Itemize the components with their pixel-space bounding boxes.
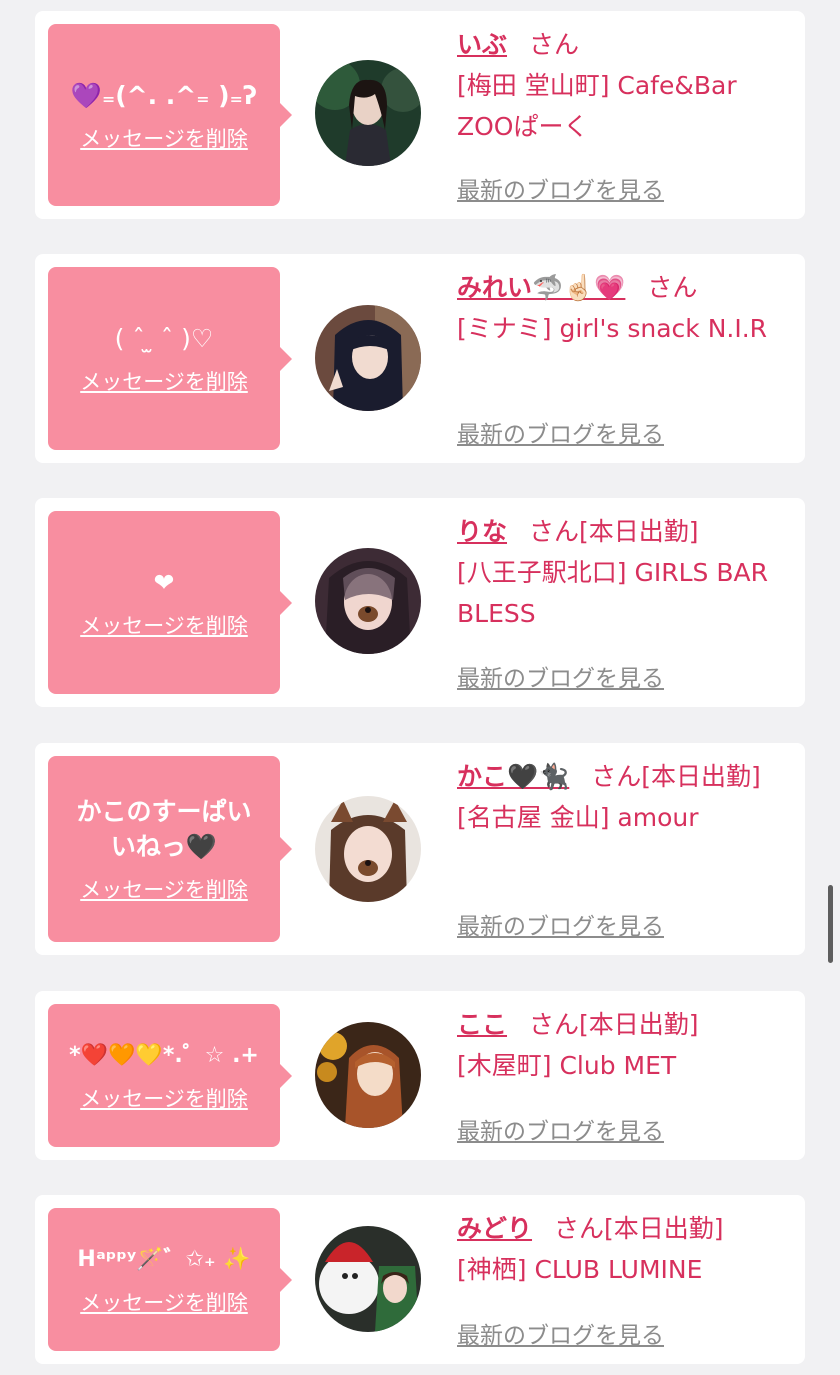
delete-message-link[interactable]: メッセージを削除 bbox=[80, 610, 248, 640]
cast-info: りな さん[本日出勤] [八王子駅北口] GIRLS BAR BLESS bbox=[457, 511, 787, 634]
cast-honorific: さん bbox=[647, 273, 698, 302]
view-blog-link[interactable]: 最新のブログを見る bbox=[457, 171, 664, 205]
shop-name: [神栖] CLUB LUMINE bbox=[457, 1255, 703, 1284]
cast-info: みどり さん[本日出勤] [神栖] CLUB LUMINE bbox=[457, 1208, 787, 1290]
view-blog-link[interactable]: 最新のブログを見る bbox=[457, 415, 664, 449]
avatar[interactable] bbox=[315, 60, 421, 166]
cast-name-link[interactable]: ここ bbox=[457, 1010, 507, 1039]
message-card: ❤ メッセージを削除 りな さん[本日出勤] [八王子駅北口] GIRLS BAR… bbox=[35, 498, 805, 707]
avatar[interactable] bbox=[315, 796, 421, 902]
avatar[interactable] bbox=[315, 548, 421, 654]
cast-info: みれい🦈☝🏻💗 さん [ミナミ] girl's snack N.I.R bbox=[457, 267, 787, 349]
avatar[interactable] bbox=[315, 305, 421, 411]
profile-photo bbox=[315, 1022, 421, 1128]
message-card: *❤️🧡💛*.゜☆ .+ メッセージを削除 ここ さん[本日出勤] [木屋町] C… bbox=[35, 991, 805, 1160]
message-bubble: ❤ メッセージを削除 bbox=[48, 511, 292, 694]
cast-name-link[interactable]: みれい🦈☝🏻💗 bbox=[457, 273, 625, 302]
avatar[interactable] bbox=[315, 1226, 421, 1332]
message-card: Hᵃᵖᵖʸ🪄゛✩₊ ✨ メッセージを削除 みどり さん[本日出勤] [神栖] CL… bbox=[35, 1195, 805, 1364]
cast-honorific: さん[本日出勤] bbox=[554, 1214, 724, 1243]
delete-message-link[interactable]: メッセージを削除 bbox=[80, 1287, 248, 1317]
cast-name-link[interactable]: いぶ bbox=[457, 30, 507, 59]
delete-message-link[interactable]: メッセージを削除 bbox=[80, 123, 248, 153]
shop-name: [名古屋 金山] amour bbox=[457, 803, 699, 832]
cast-honorific: さん[本日出勤] bbox=[591, 762, 761, 791]
profile-photo bbox=[315, 305, 421, 411]
shop-name: [ミナミ] girl's snack N.I.R bbox=[457, 314, 768, 343]
avatar[interactable] bbox=[315, 1022, 421, 1128]
shop-name: [木屋町] Club MET bbox=[457, 1051, 677, 1080]
message-text: *❤️🧡💛*.゜☆ .+ bbox=[69, 1043, 259, 1068]
message-bubble: ( ˆ ̫ ˆ )♡ メッセージを削除 bbox=[48, 267, 292, 450]
profile-photo bbox=[315, 796, 421, 902]
profile-photo bbox=[315, 1226, 421, 1332]
cast-info: かこ🖤🐈‍⬛ さん[本日出勤] [名古屋 金山] amour bbox=[457, 756, 787, 838]
message-card: かこのすーぱいいねっ🖤 メッセージを削除 かこ🖤🐈‍⬛ さん[本日出勤] [名古屋… bbox=[35, 743, 805, 955]
cast-info: ここ さん[本日出勤] [木屋町] Club MET bbox=[457, 1004, 787, 1086]
delete-message-link[interactable]: メッセージを削除 bbox=[80, 1083, 248, 1113]
view-blog-link[interactable]: 最新のブログを見る bbox=[457, 907, 664, 941]
shop-name: [梅田 堂山町] Cafe&Bar ZOOぱーく bbox=[457, 71, 737, 141]
cast-honorific: さん[本日出勤] bbox=[529, 1010, 699, 1039]
cast-name-link[interactable]: りな bbox=[457, 517, 507, 546]
message-text: ❤ bbox=[153, 568, 175, 597]
message-bubble: Hᵃᵖᵖʸ🪄゛✩₊ ✨ メッセージを削除 bbox=[48, 1208, 292, 1351]
message-bubble: *❤️🧡💛*.゜☆ .+ メッセージを削除 bbox=[48, 1004, 292, 1147]
scrollbar[interactable] bbox=[828, 885, 833, 963]
cast-name-link[interactable]: みどり bbox=[457, 1214, 532, 1243]
profile-photo bbox=[315, 548, 421, 654]
shop-name: [八王子駅北口] GIRLS BAR BLESS bbox=[457, 558, 768, 628]
message-text: ( ˆ ̫ ˆ )♡ bbox=[114, 324, 214, 353]
message-text: 💜₌(^. .^₌ )₌ʔ bbox=[70, 80, 258, 110]
view-blog-link[interactable]: 最新のブログを見る bbox=[457, 1316, 664, 1350]
profile-photo bbox=[315, 60, 421, 166]
message-card: ( ˆ ̫ ˆ )♡ メッセージを削除 みれい🦈☝🏻💗 さん [ミナミ] girl… bbox=[35, 254, 805, 463]
message-card: 💜₌(^. .^₌ )₌ʔ メッセージを削除 いぶ さん [梅田 堂山町] Caf… bbox=[35, 11, 805, 219]
message-text: かこのすーぱいいねっ🖤 bbox=[76, 797, 252, 861]
cast-honorific: さん[本日出勤] bbox=[529, 517, 699, 546]
view-blog-link[interactable]: 最新のブログを見る bbox=[457, 1112, 664, 1146]
cast-honorific: さん bbox=[529, 30, 580, 59]
view-blog-link[interactable]: 最新のブログを見る bbox=[457, 659, 664, 693]
cast-info: いぶ さん [梅田 堂山町] Cafe&Bar ZOOぱーく bbox=[457, 24, 787, 147]
delete-message-link[interactable]: メッセージを削除 bbox=[80, 874, 248, 904]
delete-message-link[interactable]: メッセージを削除 bbox=[80, 366, 248, 396]
cast-name-link[interactable]: かこ🖤🐈‍⬛ bbox=[457, 762, 569, 791]
message-text: Hᵃᵖᵖʸ🪄゛✩₊ ✨ bbox=[77, 1247, 251, 1272]
message-bubble: 💜₌(^. .^₌ )₌ʔ メッセージを削除 bbox=[48, 24, 292, 206]
message-bubble: かこのすーぱいいねっ🖤 メッセージを削除 bbox=[48, 756, 292, 942]
